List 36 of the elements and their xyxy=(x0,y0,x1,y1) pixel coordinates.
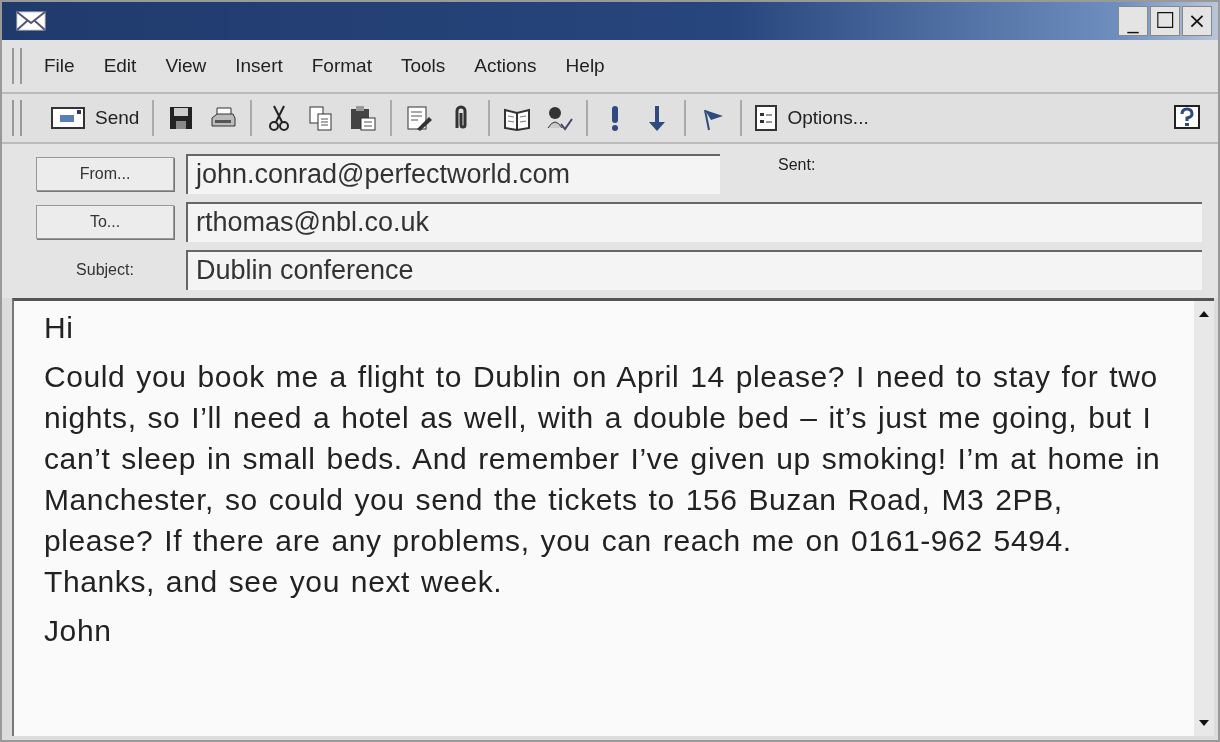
from-field[interactable]: john.conrad@perfectworld.com xyxy=(186,154,720,194)
send-button[interactable]: Send xyxy=(44,98,147,138)
subject-field[interactable]: Dublin conference xyxy=(186,250,1202,290)
to-field[interactable]: rthomas@nbl.co.uk xyxy=(186,202,1202,242)
envelope-icon xyxy=(51,106,85,130)
menu-item[interactable]: View xyxy=(165,55,207,77)
message-paragraph: Hi xyxy=(44,310,75,346)
help-icon[interactable] xyxy=(1173,104,1201,132)
scrollbar[interactable] xyxy=(1194,301,1214,736)
menu-item[interactable]: Actions xyxy=(474,55,537,77)
grip-handle[interactable] xyxy=(12,48,22,84)
clipboard-icon[interactable] xyxy=(349,104,378,132)
message-paragraph: John xyxy=(44,613,113,649)
close-button[interactable]: × xyxy=(1182,6,1212,36)
document-pen-icon[interactable] xyxy=(405,104,434,132)
menu-item[interactable]: Edit xyxy=(103,55,137,77)
subject-label: Subject: xyxy=(75,261,135,279)
from-button[interactable]: From... xyxy=(36,157,174,191)
menu-item[interactable]: Help xyxy=(565,55,605,77)
scroll-up-icon[interactable] xyxy=(1197,309,1211,319)
sent-label: Sent: xyxy=(778,156,816,174)
menu-item[interactable]: Format xyxy=(311,55,372,77)
scroll-down-icon[interactable] xyxy=(1197,718,1211,728)
grip-handle[interactable] xyxy=(12,100,22,136)
options-button[interactable]: Options... xyxy=(748,98,876,138)
menu-item[interactable]: File xyxy=(44,55,75,77)
minimize-button[interactable]: _ xyxy=(1118,6,1148,36)
to-button[interactable]: To... xyxy=(36,205,174,239)
message-paragraph: Could you book me a flight to Dublin on April 14 please? I need to stay for two nights, so I’ll need a hotel as well, with a double bed – it’s just me going, but I can’t sleep in small beds. And remember I’ve given up smoking! I’m at home in Manchester, so could you send the tickets to 156 Buzan Road, M3 2PB, please? If there are any problems, you can reach me on 0161-962 5494. Thanks, and see you next week. xyxy=(44,359,1162,600)
form-icon xyxy=(755,105,778,131)
menu-item[interactable]: Tools xyxy=(400,55,446,77)
menu-item[interactable]: Insert xyxy=(235,55,283,77)
maximize-button[interactable]: ☐ xyxy=(1150,6,1180,36)
person-check-icon[interactable] xyxy=(545,104,574,132)
message-body[interactable] xyxy=(12,298,1214,736)
envelope-icon xyxy=(16,10,46,32)
